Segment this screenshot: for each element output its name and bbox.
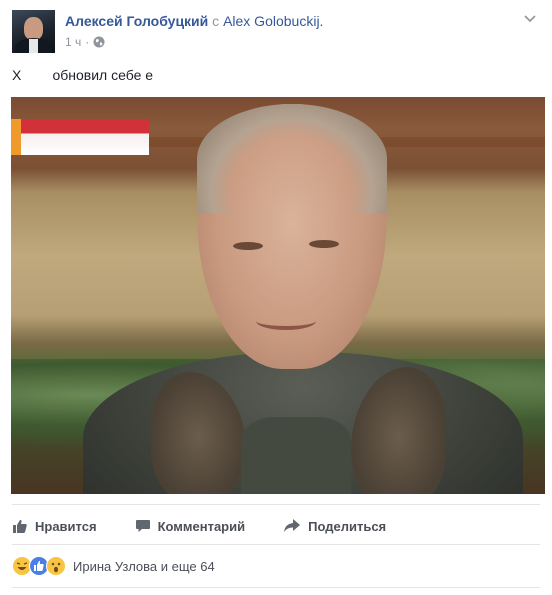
post-header: Алексей Голобуцкий с Alex Golobuckij. 1 … xyxy=(12,10,542,54)
globe-icon[interactable] xyxy=(93,36,105,48)
photo-eye-left xyxy=(233,242,263,250)
comment-button[interactable]: Комментарий xyxy=(135,512,246,540)
share-arrow-icon xyxy=(284,519,301,532)
photo-hair xyxy=(197,104,387,214)
reactions-summary[interactable]: Ирина Узлова и еще 64 xyxy=(12,556,215,576)
photo-mouth xyxy=(256,312,316,330)
like-button[interactable]: Нравится xyxy=(12,512,97,540)
post-photo[interactable] xyxy=(11,97,545,494)
with-word: с xyxy=(212,13,220,29)
post-actions-bar: Нравится Комментарий Поделиться xyxy=(12,512,540,540)
reactions-top-divider xyxy=(12,544,540,545)
post-timestamp[interactable]: 1 ч xyxy=(65,35,81,49)
author-avatar[interactable] xyxy=(12,10,55,53)
author-name-link[interactable]: Алексей Голобуцкий xyxy=(65,13,208,29)
photo-eye-right xyxy=(309,240,339,248)
tv-logo-stripe xyxy=(11,119,21,155)
post-meta: 1 ч · xyxy=(65,35,105,49)
like-label: Нравится xyxy=(35,518,97,534)
comment-icon xyxy=(135,520,150,532)
avatar-face xyxy=(24,17,43,40)
share-button[interactable]: Поделиться xyxy=(283,512,386,540)
thumbs-up-icon xyxy=(13,519,27,533)
author-line: Алексей Голобуцкий с Alex Golobuckij. xyxy=(65,13,323,29)
photo-sweater xyxy=(241,417,351,494)
avatar-shirt xyxy=(29,39,38,53)
bottom-divider xyxy=(12,587,540,588)
tv-channel-logo xyxy=(11,119,149,155)
tagged-user-link[interactable]: Alex Golobuckij. xyxy=(223,13,323,29)
wow-reaction-icon xyxy=(46,556,66,576)
reactions-names[interactable]: Ирина Узлова и еще 64 xyxy=(73,559,215,574)
meta-separator: · xyxy=(85,35,90,49)
actions-top-divider xyxy=(12,504,540,505)
share-label: Поделиться xyxy=(308,518,387,534)
post-text: Х обновил себе е xyxy=(12,67,154,83)
comment-label: Комментарий xyxy=(157,518,246,534)
chevron-down-icon[interactable] xyxy=(522,10,538,26)
